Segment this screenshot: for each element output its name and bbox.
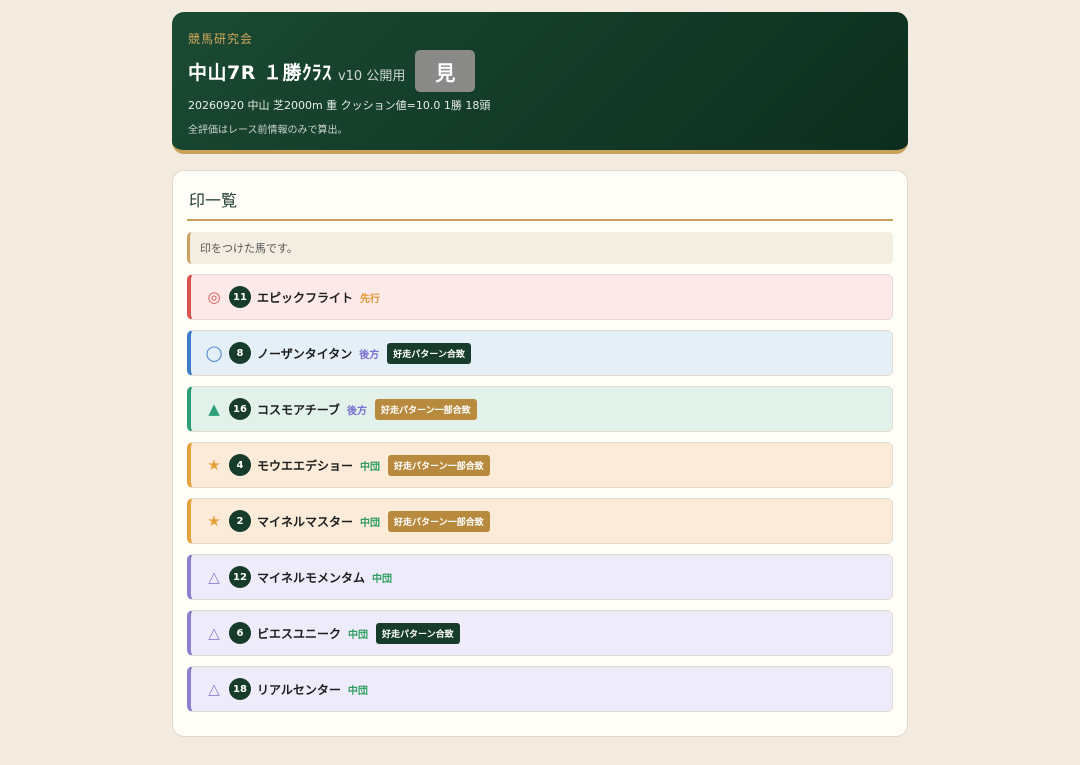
horse-number: 11 [229,286,251,308]
horse-name: マイネルマスター [257,514,354,529]
panel-title: 印一覧 [187,185,893,221]
title-row: 中山7R １勝ｸﾗｽ v10 公開用 見 [188,49,892,93]
triangle-outline-mark-icon: △ [208,680,220,698]
taikou-mark-icon: ◯ [205,344,223,362]
horse-number: 18 [229,678,251,700]
evaluation-note: 全評価はレース前情報のみで算出。 [188,125,348,136]
race-header: 競馬研究会 中山7R １勝ｸﾗｽ v10 公開用 見 20260920 中山 芝… [172,12,908,154]
horse-name: コスモアチーブ [257,402,341,417]
horse-number: 2 [229,510,251,532]
horse-row[interactable]: ★ 2 マイネルマスター 中団 好走パターン一部合致 [187,498,893,544]
running-style: 後方 [359,349,380,361]
marks-panel: 印一覧 印をつけた馬です。 ◎ 11 エピックフライト 先行 ◯ 8 ノーザンタ… [172,170,908,737]
running-style: 中団 [347,685,368,697]
tanana-mark-icon: ▲ [208,400,220,418]
running-style: 中団 [372,573,393,585]
horse-number: 16 [229,398,251,420]
race-title: 中山7R １勝ｸﾗｽ [188,61,332,84]
horse-name: ビエスユニーク [257,626,342,641]
view-button[interactable]: 見 [415,50,476,92]
running-style: 中団 [360,517,381,529]
pattern-badge: 好走パターン合致 [387,342,471,364]
running-style: 中団 [348,629,369,641]
horse-row[interactable]: △ 12 マイネルモメンタム 中団 [187,554,893,600]
pattern-badge: 好走パターン一部合致 [388,510,490,532]
triangle-outline-mark-icon: △ [208,624,220,642]
horse-name: ノーザンタイタン [257,346,353,361]
horse-name: エピックフライト [257,290,354,305]
version-label: v10 公開用 [337,68,406,84]
panel-note: 印をつけた馬です。 [187,232,893,264]
main-container: 競馬研究会 中山7R １勝ｸﾗｽ v10 公開用 見 20260920 中山 芝… [172,12,908,737]
brand-label: 競馬研究会 [188,32,254,46]
pattern-badge: 好走パターン一部合致 [388,454,490,476]
horse-row[interactable]: ★ 4 モウエエデショー 中団 好走パターン一部合致 [187,442,893,488]
pattern-badge: 好走パターン合致 [376,622,460,644]
star-mark-icon: ★ [207,456,221,474]
horse-number: 12 [229,566,251,588]
horse-name: リアルセンター [257,682,341,697]
horse-row[interactable]: △ 18 リアルセンター 中団 [187,666,893,712]
horse-row[interactable]: ◯ 8 ノーザンタイタン 後方 好走パターン合致 [187,330,893,376]
horse-number: 4 [229,454,251,476]
running-style: 中団 [360,461,381,473]
race-info: 20260920 中山 芝2000m 重 クッション値=10.0 1勝 18頭 [188,99,491,112]
horse-name: モウエエデショー [257,458,354,473]
pattern-badge: 好走パターン一部合致 [375,398,477,420]
running-style: 先行 [360,293,381,305]
horse-name: マイネルモメンタム [257,570,366,585]
star-mark-icon: ★ [207,512,221,530]
horse-number: 8 [229,342,251,364]
horse-number: 6 [229,622,251,644]
running-style: 後方 [347,405,368,417]
horse-row[interactable]: ◎ 11 エピックフライト 先行 [187,274,893,320]
triangle-outline-mark-icon: △ [208,568,220,586]
horse-row[interactable]: △ 6 ビエスユニーク 中団 好走パターン合致 [187,610,893,656]
horse-row[interactable]: ▲ 16 コスモアチーブ 後方 好走パターン一部合致 [187,386,893,432]
honmei-mark-icon: ◎ [207,288,221,306]
